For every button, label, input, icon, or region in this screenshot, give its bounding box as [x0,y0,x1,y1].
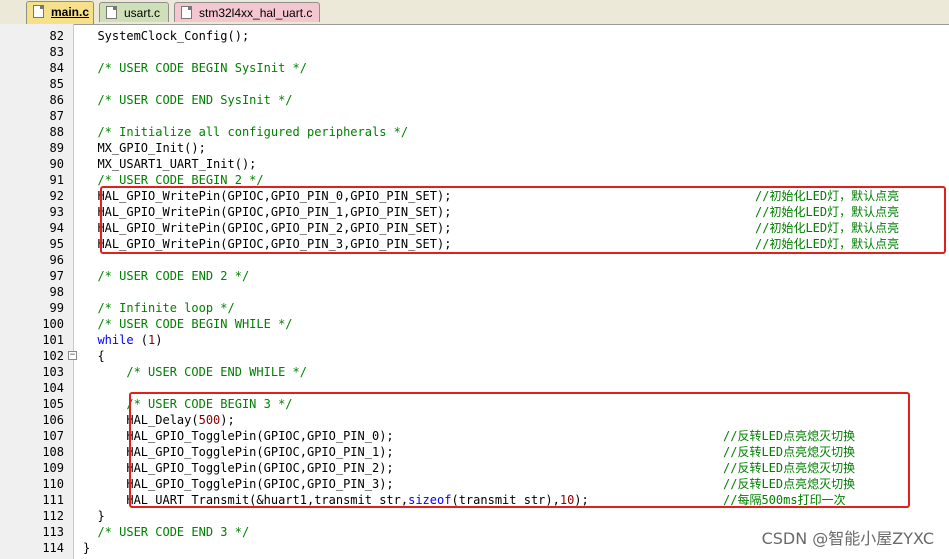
code-line: 82 SystemClock_Config(); [0,28,949,44]
line-number: 82 [49,29,64,43]
line-number: 102 [42,349,64,363]
file-icon [33,5,44,18]
line-number: 84 [49,61,64,75]
tab-label: usart.c [124,6,161,20]
line-number: 98 [49,285,64,299]
code-line: 85 [0,76,949,92]
line-number: 112 [42,509,64,523]
code-line: 100 /* USER CODE BEGIN WHILE */ [0,316,949,332]
tab-stm32l4xx-hal-uart-c[interactable]: stm32l4xx_hal_uart.c [174,2,320,22]
code-text: /* USER CODE END WHILE */ [83,365,307,379]
line-number: 99 [49,301,64,315]
code-line: 103 /* USER CODE END WHILE */ [0,364,949,380]
code-editor[interactable]: 82 SystemClock_Config(); 83 84 /* USER COD… [0,24,949,559]
code-line: 88 /* Initialize all configured peripher… [0,124,949,140]
line-number: 114 [42,541,64,555]
tab-label: stm32l4xx_hal_uart.c [199,6,313,20]
tab-label: main.c [51,5,90,19]
line-number: 106 [42,413,64,427]
code-text: } [83,509,105,523]
line-number: 83 [49,45,64,59]
code-text: /* USER CODE END SysInit */ [83,93,293,107]
editor-tab-bar: main.c usart.c stm32l4xx_hal_uart.c [0,0,949,25]
code-text: { [83,349,105,363]
line-number: 104 [42,381,64,395]
code-line: 86 /* USER CODE END SysInit */ [0,92,949,108]
file-icon [106,6,117,19]
line-number: 107 [42,429,64,443]
line-number: 113 [42,525,64,539]
fold-toggle-icon[interactable]: − [68,351,77,360]
file-icon [181,6,192,19]
code-line: 97 /* USER CODE END 2 */ [0,268,949,284]
line-number: 109 [42,461,64,475]
line-number: 100 [42,317,64,331]
watermark: CSDN @智能小屋ZYXC [761,529,934,548]
line-number: 92 [49,189,64,203]
line-number: 108 [42,445,64,459]
code-line: 99 /* Infinite loop */ [0,300,949,316]
code-text: MX_GPIO_Init(); [83,141,206,155]
code-text: /* USER CODE BEGIN SysInit */ [83,61,307,75]
code-text: /* USER CODE BEGIN WHILE */ [83,317,293,331]
line-number: 110 [42,477,64,491]
line-number: 87 [49,109,64,123]
code-text: /* Initialize all configured peripherals… [83,125,409,139]
line-number: 96 [49,253,64,267]
highlight-box-led-init [100,186,946,254]
code-line: 87 [0,108,949,124]
highlight-box-loop-body [129,392,910,508]
code-text: /* USER CODE END 2 */ [83,269,250,283]
line-number: 95 [49,237,64,251]
line-number: 101 [42,333,64,347]
line-number: 86 [49,93,64,107]
line-number: 105 [42,397,64,411]
code-text: /* USER CODE END 3 */ [83,525,250,539]
code-text: } [83,541,91,555]
tab-main-c[interactable]: main.c [26,1,94,24]
line-number: 97 [49,269,64,283]
code-line: 84 /* USER CODE BEGIN SysInit */ [0,60,949,76]
line-number: 93 [49,205,64,219]
line-number: 85 [49,77,64,91]
line-number: 89 [49,141,64,155]
code-line: 98 [0,284,949,300]
line-number: 111 [42,493,64,507]
line-number: 91 [49,173,64,187]
line-number: 94 [49,221,64,235]
code-line: 89 MX_GPIO_Init(); [0,140,949,156]
tab-usart-c[interactable]: usart.c [99,2,169,22]
code-text: /* Infinite loop */ [83,301,235,315]
code-text: SystemClock_Config(); [83,29,250,43]
code-line: 83 [0,44,949,60]
code-line: 112 } [0,508,949,524]
line-number: 88 [49,125,64,139]
code-line: 90 MX_USART1_UART_Init(); [0,156,949,172]
code-line: 102− { [0,348,949,364]
line-number: 90 [49,157,64,171]
code-line: 101 while (1) [0,332,949,348]
code-text: while (1) [97,333,163,347]
line-number: 103 [42,365,64,379]
code-text: MX_USART1_UART_Init(); [83,157,257,171]
code-line: 96 [0,252,949,268]
